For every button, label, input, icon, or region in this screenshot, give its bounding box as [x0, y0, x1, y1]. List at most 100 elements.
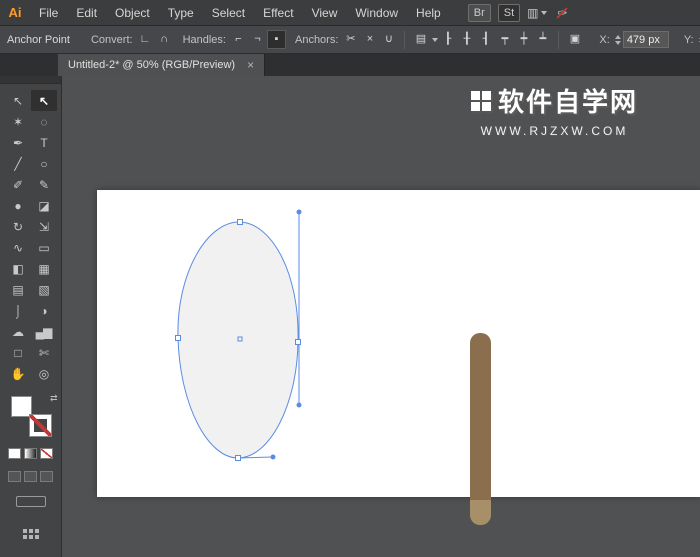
- align-right-icon[interactable]: ┨: [476, 30, 495, 49]
- convert-to-corner-icon[interactable]: ∟: [136, 30, 155, 49]
- type-tool[interactable]: T: [31, 132, 57, 153]
- stroke-none-slash-icon: [30, 415, 51, 436]
- show-handles-icon[interactable]: ⌐: [229, 30, 248, 49]
- anchor-right[interactable]: [296, 340, 301, 345]
- gradient-button[interactable]: [24, 448, 37, 459]
- slice-tool[interactable]: ✄: [31, 342, 57, 363]
- shape-builder-tool[interactable]: ◧: [5, 258, 31, 279]
- line-segment-tool[interactable]: ╱: [5, 153, 31, 174]
- convert-to-smooth-icon[interactable]: ∩: [155, 30, 174, 49]
- width-tool[interactable]: ∿: [5, 237, 31, 258]
- hand-tool[interactable]: ✋: [5, 363, 31, 384]
- workspace-switcher[interactable]: ▥: [527, 6, 547, 20]
- separator: [558, 31, 559, 49]
- align-h-center-icon[interactable]: ╂: [457, 30, 476, 49]
- tab-close-icon[interactable]: ×: [247, 58, 254, 72]
- brush-disabled-icon[interactable]: ✑: [554, 5, 570, 21]
- cut-path-icon[interactable]: ✂: [341, 30, 360, 49]
- anchor-top[interactable]: [238, 220, 243, 225]
- align-top-icon[interactable]: ┯: [495, 30, 514, 49]
- menu-item-edit[interactable]: Edit: [67, 0, 106, 26]
- menu-item-window[interactable]: Window: [346, 0, 407, 26]
- align-left-icon[interactable]: ┠: [438, 30, 457, 49]
- symbol-sprayer-tool[interactable]: ☁: [5, 321, 31, 342]
- paintbrush-tool[interactable]: ✐: [5, 174, 31, 195]
- color-button[interactable]: [8, 448, 21, 459]
- edit-toolbar-icon[interactable]: [23, 529, 39, 539]
- rotate-tool[interactable]: ↻: [5, 216, 31, 237]
- anchor-bottom[interactable]: [236, 456, 241, 461]
- zoom-tool[interactable]: ◎: [31, 363, 57, 384]
- menu-item-effect[interactable]: Effect: [254, 0, 302, 26]
- br-button[interactable]: Br: [468, 4, 491, 22]
- blob-brush-tool[interactable]: ●: [5, 195, 31, 216]
- document-tab-bar: Untitled-2* @ 50% (RGB/Preview) ×: [0, 54, 700, 76]
- x-stepper[interactable]: [615, 35, 621, 45]
- eyedropper-tool[interactable]: ⌡: [5, 300, 31, 321]
- st-button[interactable]: St: [498, 4, 520, 22]
- drawing-modes-row: [0, 471, 61, 482]
- tools-panel-header[interactable]: [0, 76, 61, 84]
- blend-tool[interactable]: ◑: [31, 300, 57, 321]
- column-graph-tool[interactable]: ▄▆: [31, 321, 57, 342]
- x-label: X:: [599, 34, 609, 46]
- stick-body[interactable]: [470, 333, 491, 500]
- x-input[interactable]: [623, 31, 669, 48]
- stepper-down-icon[interactable]: [615, 41, 621, 45]
- magic-wand-tool[interactable]: ✶: [5, 111, 31, 132]
- draw-inside-button[interactable]: [40, 471, 53, 482]
- stepper-up-icon[interactable]: [615, 35, 621, 39]
- document-options-dropdown[interactable]: ▤: [411, 30, 438, 49]
- stick-tip[interactable]: [470, 500, 491, 525]
- stick-shape[interactable]: [470, 333, 491, 525]
- menu-item-file[interactable]: File: [30, 0, 67, 26]
- remove-anchor-icon[interactable]: ×: [360, 30, 379, 49]
- align-bottom-icon[interactable]: ┷: [533, 30, 552, 49]
- mesh-tool[interactable]: ▤: [5, 279, 31, 300]
- menu-item-view[interactable]: View: [303, 0, 347, 26]
- handle-dot-top[interactable]: [297, 210, 302, 215]
- document-options-icon: ▤: [411, 30, 430, 49]
- selection-tool[interactable]: ↖: [5, 90, 31, 111]
- control-group-label: Handles:: [183, 34, 226, 46]
- perspective-grid-tool[interactable]: ▦: [31, 258, 57, 279]
- none-button[interactable]: [40, 448, 53, 459]
- stroke-swatch[interactable]: [30, 415, 51, 436]
- anchor-left[interactable]: [176, 336, 181, 341]
- ellipse-tool[interactable]: ○: [31, 153, 57, 174]
- handle-dot-bottom[interactable]: [297, 403, 302, 408]
- free-transform-tool[interactable]: ▭: [31, 237, 57, 258]
- scale-tool[interactable]: ⇲: [31, 216, 57, 237]
- document-tab-title: Untitled-2* @ 50% (RGB/Preview): [68, 59, 235, 71]
- handle-style-icon[interactable]: ▪: [267, 30, 286, 49]
- swap-fill-stroke-icon[interactable]: ⇄: [50, 394, 58, 403]
- draw-normal-button[interactable]: [8, 471, 21, 482]
- anchor-option-groups: Convert:∟∩Handles:⌐¬▪Anchors:✂×∪: [82, 30, 398, 49]
- document-tab[interactable]: Untitled-2* @ 50% (RGB/Preview) ×: [58, 54, 265, 76]
- tool-grid: ↖↖✶◌✒T╱○✐✎●◪↻⇲∿▭◧▦▤▧⌡◑☁▄▆□✄✋◎: [0, 84, 61, 384]
- menu-item-select[interactable]: Select: [203, 0, 254, 26]
- connect-path-icon[interactable]: ∪: [379, 30, 398, 49]
- artboard-tool[interactable]: □: [5, 342, 31, 363]
- menu-item-object[interactable]: Object: [106, 0, 159, 26]
- menu-item-help[interactable]: Help: [407, 0, 450, 26]
- handle-dot-right[interactable]: [271, 455, 276, 460]
- hide-handles-icon[interactable]: ¬: [248, 30, 267, 49]
- direct-selection-tool[interactable]: ↖: [31, 90, 57, 111]
- screen-mode-button[interactable]: [16, 496, 46, 507]
- draw-behind-button[interactable]: [24, 471, 37, 482]
- transform-reference-icon[interactable]: ▣: [565, 30, 584, 49]
- menu-item-type[interactable]: Type: [159, 0, 203, 26]
- fill-swatch[interactable]: [11, 396, 32, 417]
- lasso-tool[interactable]: ◌: [31, 111, 57, 132]
- canvas-area[interactable]: [62, 76, 700, 557]
- control-group-label: Anchors:: [295, 34, 338, 46]
- fill-stroke-control: ⇄: [11, 396, 51, 436]
- align-v-center-icon[interactable]: ┿: [514, 30, 533, 49]
- pencil-tool[interactable]: ✎: [31, 174, 57, 195]
- eraser-tool[interactable]: ◪: [31, 195, 57, 216]
- gradient-tool[interactable]: ▧: [31, 279, 57, 300]
- menu-list: FileEditObjectTypeSelectEffectViewWindow…: [30, 0, 450, 26]
- pen-tool[interactable]: ✒: [5, 132, 31, 153]
- control-bar-title: Anchor Point: [7, 34, 70, 46]
